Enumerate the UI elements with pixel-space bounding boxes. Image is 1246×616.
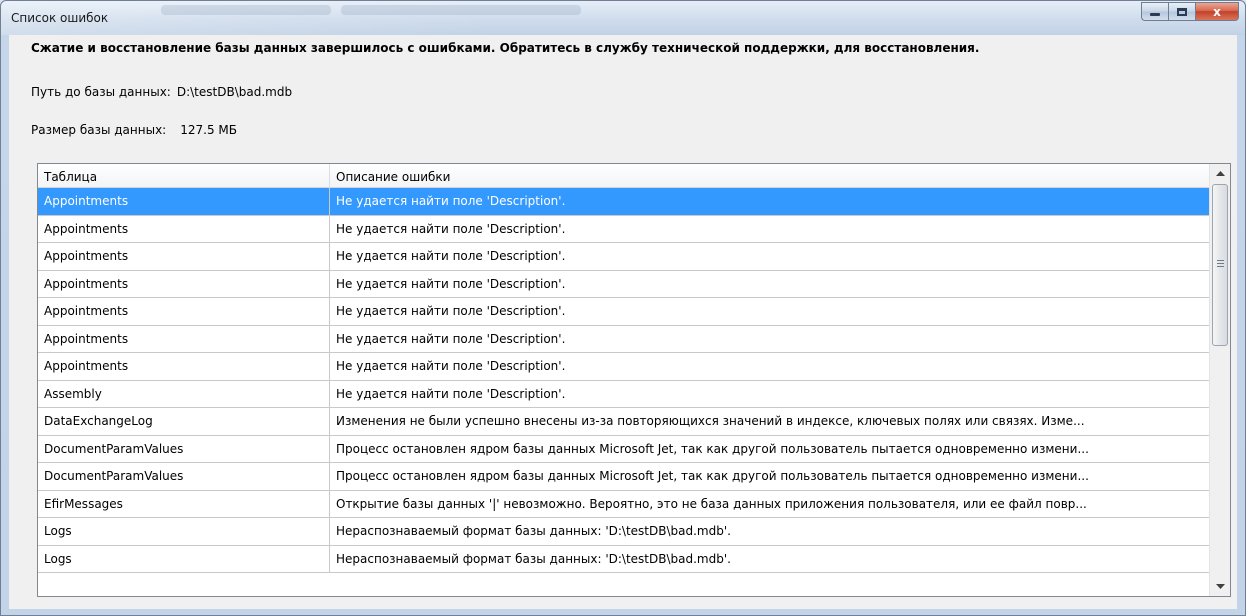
db-size-label: Размер базы данных: xyxy=(31,123,167,137)
scroll-up-button[interactable] xyxy=(1211,165,1230,182)
cell-error-description: Нераспознаваемый формат базы данных: 'D:… xyxy=(330,545,1210,572)
cell-table-name: EfirMessages xyxy=(38,490,330,517)
column-header-table[interactable]: Таблица xyxy=(38,164,330,188)
cell-error-description: Не удается найти поле 'Description'. xyxy=(330,188,1210,215)
db-path-value: D:\testDB\bad.mdb xyxy=(176,85,293,99)
cell-error-description: Процесс остановлен ядром базы данных Mic… xyxy=(330,435,1210,462)
vertical-scrollbar[interactable] xyxy=(1209,164,1230,596)
scrollbar-thumb[interactable] xyxy=(1212,184,1228,346)
dialog-body: Сжатие и восстановление базы данных заве… xyxy=(9,35,1237,609)
error-headline: Сжатие и восстановление базы данных заве… xyxy=(31,41,980,55)
cell-error-description: Не удается найти поле 'Description'. xyxy=(330,325,1210,352)
table-row[interactable]: Logs Нераспознаваемый формат базы данных:… xyxy=(38,518,1210,546)
table-row[interactable]: DocumentParamValues Процесс остановлен яд… xyxy=(38,463,1210,491)
minimize-button[interactable] xyxy=(1141,2,1168,21)
cell-table-name: Appointments xyxy=(38,270,330,297)
cell-table-name: DataExchangeLog xyxy=(38,408,330,435)
cell-error-description: Не удается найти поле 'Description'. xyxy=(330,215,1210,242)
table-row[interactable]: Appointments Не удается найти поле 'Descr… xyxy=(38,298,1210,326)
scroll-up-arrow-icon xyxy=(1216,170,1225,176)
cell-error-description: Не удается найти поле 'Description'. xyxy=(330,380,1210,407)
table-body: Appointments Не удается найти поле 'Descr… xyxy=(38,188,1210,573)
db-path-label: Путь до базы данных: xyxy=(31,85,171,99)
table-row[interactable]: Appointments Не удается найти поле 'Descr… xyxy=(38,215,1210,243)
cell-table-name: DocumentParamValues xyxy=(38,435,330,462)
scroll-down-arrow-icon xyxy=(1216,583,1225,589)
table-row[interactable]: DocumentParamValues Процесс остановлен яд… xyxy=(38,435,1210,463)
window-controls: x xyxy=(1141,2,1239,23)
cell-error-description: Не удается найти поле 'Description'. xyxy=(330,270,1210,297)
cell-error-description: Нераспознаваемый формат базы данных: 'D:… xyxy=(330,518,1210,545)
close-icon: x xyxy=(1213,4,1221,19)
column-header-error-description[interactable]: Описание ошибки xyxy=(330,164,1210,188)
grip-icon xyxy=(1217,260,1224,268)
maximize-button[interactable] xyxy=(1168,2,1195,21)
db-size-value: 127.5 МБ xyxy=(180,123,237,137)
cell-table-name: Assembly xyxy=(38,380,330,407)
db-path-row: Путь до базы данных: D:\testDB\bad.mdb xyxy=(31,85,292,99)
cell-table-name: Appointments xyxy=(38,243,330,270)
table-row[interactable]: Appointments Не удается найти поле 'Descr… xyxy=(38,243,1210,271)
cell-error-description: Не удается найти поле 'Description'. xyxy=(330,298,1210,325)
errors-table[interactable]: Таблица Описание ошибки Appointments Не у… xyxy=(37,163,1231,597)
cell-table-name: Logs xyxy=(38,545,330,572)
window-title: Список ошибок xyxy=(11,11,109,25)
cell-error-description: Процесс остановлен ядром базы данных Mic… xyxy=(330,463,1210,490)
db-size-row: Размер базы данных: 127.5 МБ xyxy=(31,123,237,137)
table-row[interactable]: Assembly Не удается найти поле 'Descripti… xyxy=(38,380,1210,408)
cell-error-description: Изменения не были успешно внесены из-за … xyxy=(330,408,1210,435)
minimize-icon xyxy=(1150,13,1160,16)
cell-error-description: Не удается найти поле 'Description'. xyxy=(330,243,1210,270)
table-row[interactable]: Appointments Не удается найти поле 'Descr… xyxy=(38,270,1210,298)
cell-error-description: Открытие базы данных '|' невозможно. Вер… xyxy=(330,490,1210,517)
error-list-window: Список ошибок x Сжатие и восстановление … xyxy=(0,0,1246,616)
background-blur xyxy=(341,5,581,15)
table-row[interactable]: EfirMessages Открытие базы данных '|' нев… xyxy=(38,490,1210,518)
maximize-icon xyxy=(1177,7,1187,16)
title-bar[interactable]: Список ошибок x xyxy=(1,1,1245,35)
table-row[interactable]: Appointments Не удается найти поле 'Descr… xyxy=(38,325,1210,353)
cell-table-name: Logs xyxy=(38,518,330,545)
cell-table-name: Appointments xyxy=(38,215,330,242)
table-header: Таблица Описание ошибки xyxy=(38,164,1210,188)
cell-table-name: Appointments xyxy=(38,353,330,380)
scroll-down-button[interactable] xyxy=(1211,578,1230,595)
table-row[interactable]: Appointments Не удается найти поле 'Descr… xyxy=(38,188,1210,216)
cell-table-name: Appointments xyxy=(38,325,330,352)
cell-error-description: Не удается найти поле 'Description'. xyxy=(330,353,1210,380)
table-row[interactable]: Logs Нераспознаваемый формат базы данных:… xyxy=(38,545,1210,573)
close-button[interactable]: x xyxy=(1195,2,1239,21)
table-row[interactable]: DataExchangeLog Изменения не были успешно… xyxy=(38,408,1210,436)
cell-table-name: DocumentParamValues xyxy=(38,463,330,490)
background-blur xyxy=(161,5,331,15)
cell-table-name: Appointments xyxy=(38,298,330,325)
cell-table-name: Appointments xyxy=(38,188,330,215)
table-row[interactable]: Appointments Не удается найти поле 'Descr… xyxy=(38,353,1210,381)
